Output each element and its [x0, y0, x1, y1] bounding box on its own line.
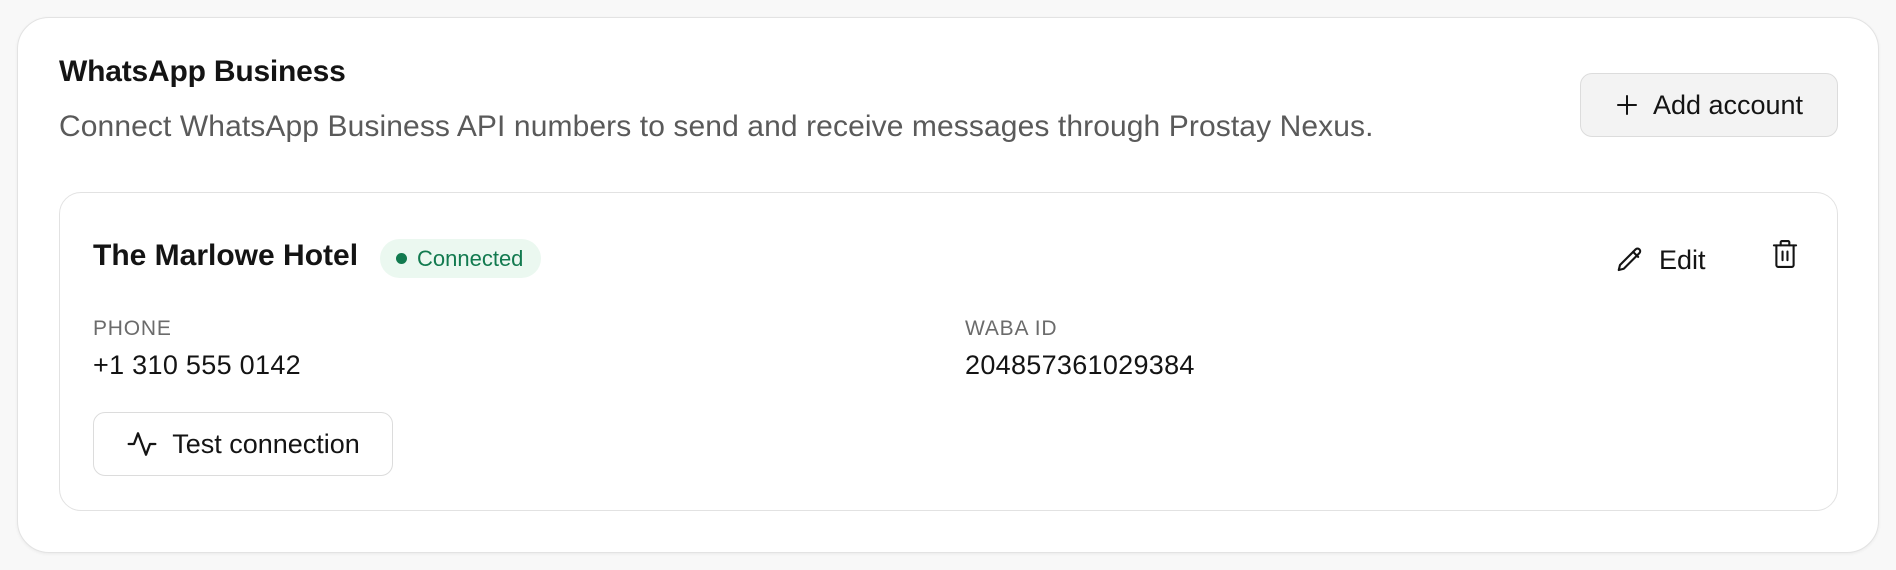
add-account-label: Add account [1652, 89, 1804, 120]
test-connection-label: Test connection [172, 428, 360, 459]
plus-icon [1615, 93, 1639, 117]
waba-id-label: WABA ID [965, 317, 1058, 340]
phone-label: PHONE [93, 317, 172, 340]
phone-value: +1 310 555 0142 [93, 350, 301, 380]
status-label: Connected [417, 245, 524, 271]
edit-button[interactable]: Edit [1615, 238, 1706, 282]
edit-label: Edit [1659, 244, 1706, 275]
account-name: The Marlowe Hotel [93, 239, 359, 272]
test-connection-button[interactable]: Test connection [93, 412, 393, 476]
activity-icon [126, 428, 158, 460]
section-title: WhatsApp Business [59, 55, 346, 88]
section-description: Connect WhatsApp Business API numbers to… [59, 110, 1374, 143]
pencil-icon [1615, 245, 1645, 275]
trash-icon [1770, 238, 1800, 270]
delete-button[interactable] [1767, 236, 1803, 272]
status-badge: Connected [380, 239, 542, 278]
whatsapp-business-card: WhatsApp Business Connect WhatsApp Busin… [17, 17, 1879, 553]
add-account-button[interactable]: Add account [1580, 73, 1838, 137]
account-card: The Marlowe Hotel Connected Edit PHONE +… [59, 192, 1838, 511]
waba-id-value: 204857361029384 [965, 350, 1195, 380]
status-dot [396, 253, 407, 264]
